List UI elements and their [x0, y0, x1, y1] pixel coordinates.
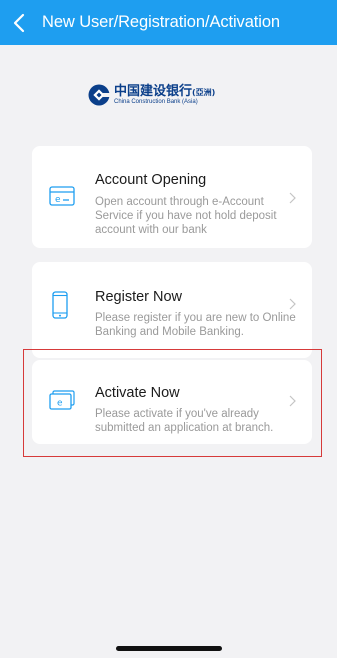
account-opening-card[interactable]: e Account Opening Open account through e…	[32, 146, 312, 248]
option-description: Please activate if you've already submit…	[95, 408, 274, 434]
nav-bar: New User/Registration/Activation	[0, 0, 337, 45]
svg-text:e: e	[55, 195, 61, 205]
back-button[interactable]	[0, 0, 38, 45]
register-now-card[interactable]: Register Now Please register if you are …	[32, 262, 312, 358]
registration-screen: New User/Registration/Activation 中国建设银行(…	[0, 0, 337, 658]
option-title: Account Opening	[95, 172, 207, 188]
bank-logo: 中国建设银行(亞洲) China Construction Bank (Asia…	[88, 82, 215, 108]
svg-text:e: e	[57, 399, 63, 409]
bank-name-english: China Construction Bank (Asia)	[114, 98, 198, 105]
chevron-right-icon	[289, 395, 296, 407]
activate-now-card[interactable]: e Activate Now Please activate if you've…	[32, 360, 312, 444]
option-title: Activate Now	[95, 385, 180, 401]
bank-name-asia-suffix: (亞洲)	[192, 87, 216, 97]
home-indicator[interactable]	[116, 646, 222, 651]
activation-card-icon: e	[49, 390, 75, 410]
page-title: New User/Registration/Activation	[42, 13, 280, 31]
ccb-logo-icon	[88, 84, 110, 106]
option-description: Open account through e-Account Service i…	[95, 196, 277, 236]
option-title: Register Now	[95, 289, 183, 305]
mobile-phone-icon	[52, 291, 68, 319]
option-description: Please register if you are new to Online…	[95, 312, 296, 338]
chevron-right-icon	[289, 298, 296, 310]
chevron-right-icon	[289, 192, 296, 204]
bank-name-chinese: 中国建设银行	[114, 83, 193, 99]
chevron-left-icon	[13, 13, 25, 32]
bank-name: 中国建设银行(亞洲) China Construction Bank (Asia…	[114, 85, 215, 106]
e-account-card-icon: e	[49, 186, 75, 206]
